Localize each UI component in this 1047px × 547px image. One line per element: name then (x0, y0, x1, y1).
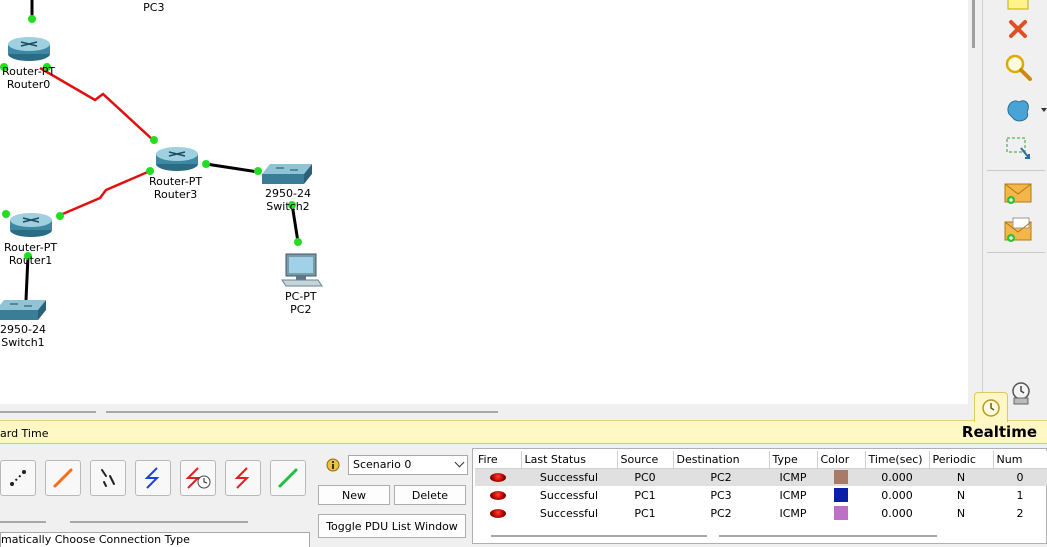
console-cable-icon[interactable] (45, 460, 81, 496)
time-label: ard Time (0, 427, 49, 440)
serial-link-router1-router3 (57, 169, 151, 218)
chevron-down-icon (454, 457, 465, 468)
col-source[interactable]: Source (617, 451, 674, 469)
pdu-list-panel: Fire Last Status Source Destination Type… (472, 448, 1047, 544)
add-simple-pdu-icon[interactable] (1001, 176, 1035, 210)
toggle-pdu-list-button[interactable]: Toggle PDU List Window (318, 514, 466, 538)
pdu-color-swatch (834, 506, 848, 520)
serial-dce-icon[interactable] (180, 460, 216, 496)
col-last-status[interactable]: Last Status (521, 451, 618, 469)
scenario-select[interactable]: Scenario 0 (348, 455, 468, 475)
connection-type-status: matically Choose Connection Type (0, 532, 310, 547)
col-periodic[interactable]: Periodic (929, 451, 994, 469)
col-type[interactable]: Type (769, 451, 818, 469)
pc2-icon (281, 253, 323, 287)
switch2-label: 2950-24 Switch2 (265, 187, 311, 213)
new-scenario-button[interactable]: New (318, 485, 390, 505)
logical-workspace[interactable]: PC-PT PC3 Router-PT Router0 Router-PT Ro… (0, 0, 968, 404)
col-destination[interactable]: Destination (673, 451, 770, 469)
fire-icon[interactable] (490, 473, 506, 483)
router0-icon (8, 37, 50, 61)
mode-bar: ard Time Realtime (0, 420, 1047, 444)
octal-cable-icon[interactable] (270, 460, 306, 496)
col-time[interactable]: Time(sec) (865, 451, 930, 469)
copper-straight-through-icon[interactable] (90, 460, 126, 496)
router1-label: Router-PT Router1 (4, 241, 58, 267)
fire-icon[interactable] (490, 491, 506, 500)
router1-icon (10, 213, 52, 237)
connections-panel: matically Choose Connection Type (0, 448, 312, 547)
pdu-list-table: Fire Last Status Source Destination Type… (475, 451, 1047, 522)
table-row[interactable]: Successful PC1 PC3 ICMP 0.000 N 1 (475, 486, 1047, 504)
table-row[interactable]: Successful PC1 PC2 ICMP 0.000 N 2 (475, 504, 1047, 522)
switch1-label: 2950-24 Switch1 (0, 323, 46, 349)
col-fire[interactable]: Fire (475, 451, 522, 469)
automatic-connection-icon[interactable] (0, 460, 36, 496)
inspect-icon[interactable] (1001, 50, 1035, 84)
workspace-horizontal-scrollbar[interactable] (0, 404, 982, 420)
workspace-vertical-scrollbar[interactable] (968, 0, 982, 404)
topology-canvas[interactable] (0, 0, 968, 404)
delete-icon[interactable] (1001, 12, 1035, 46)
add-complex-pdu-icon[interactable] (1001, 214, 1035, 248)
pc2-label: PC-PT PC2 (285, 290, 317, 316)
realtime-mode-label: Realtime (961, 423, 1037, 441)
delete-scenario-button[interactable]: Delete (394, 485, 466, 505)
common-tools-bar (982, 0, 1047, 420)
fire-icon[interactable] (490, 509, 506, 518)
router0-label: Router-PT Router0 (2, 65, 56, 91)
scenario-panel: Scenario 0 New Delete Toggle PDU List Wi… (314, 448, 470, 544)
info-icon[interactable] (326, 458, 340, 472)
link-router3-switch2 (205, 162, 259, 174)
col-color[interactable]: Color (817, 451, 866, 469)
router3-label: Router-PT Router3 (149, 175, 203, 201)
pc3-label: PC-PT PC3 (143, 1, 165, 14)
resize-icon[interactable] (1001, 130, 1035, 164)
col-num[interactable]: Num (993, 451, 1047, 469)
table-row[interactable]: Successful PC0 PC2 ICMP 0.000 N 0 (475, 468, 1047, 486)
pdu-color-swatch (834, 470, 848, 485)
pdu-list-scrollbar[interactable] (491, 535, 707, 537)
draw-shape-dropdown-icon[interactable] (1041, 108, 1047, 112)
serial-link-router0-router3 (39, 66, 154, 141)
draw-shape-icon[interactable] (1001, 92, 1035, 126)
serial-dte-icon[interactable] (225, 460, 261, 496)
pdu-color-swatch (834, 488, 848, 502)
switch2-icon (262, 164, 312, 184)
realtime-mode-icon[interactable] (974, 392, 1008, 422)
router3-icon (156, 147, 198, 171)
phone-cable-icon[interactable] (135, 460, 171, 496)
switch1-icon (0, 300, 46, 320)
simulation-mode-icon[interactable] (1004, 378, 1038, 408)
